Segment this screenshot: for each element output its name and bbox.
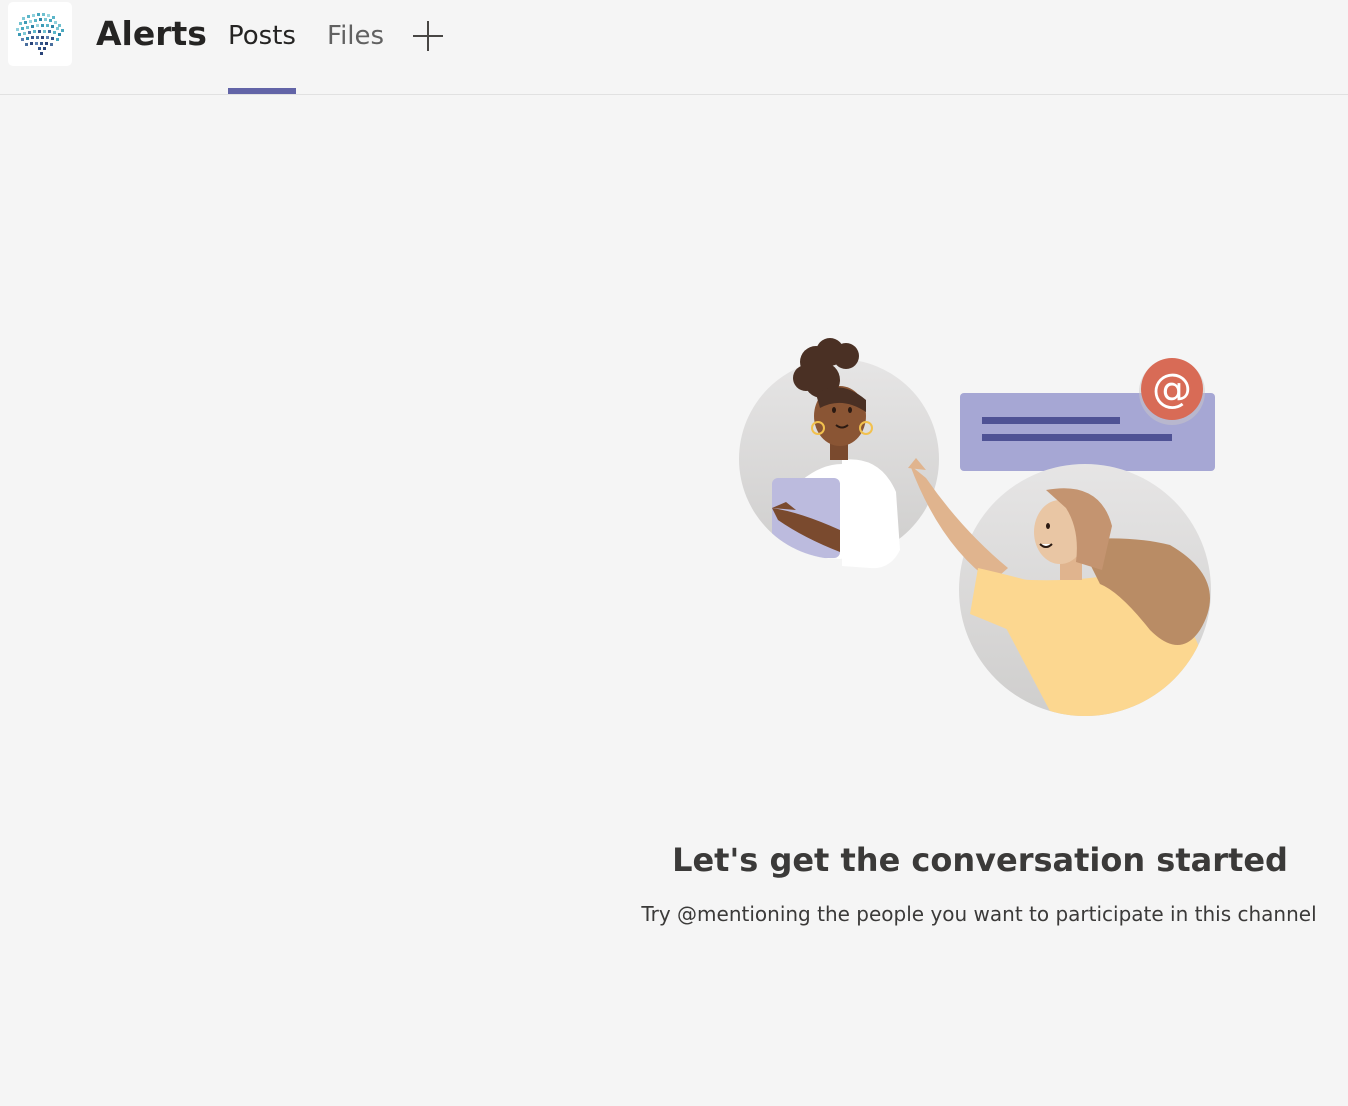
empty-state-title: Let's get the conversation started bbox=[672, 841, 1288, 879]
person-left-figure bbox=[739, 338, 939, 569]
team-logo-icon[interactable] bbox=[8, 2, 72, 66]
channel-header: Alerts Posts Files bbox=[0, 0, 1348, 95]
active-tab-indicator bbox=[228, 88, 296, 94]
people-mention-illustration: @ bbox=[730, 330, 1230, 730]
svg-text:@: @ bbox=[1152, 366, 1192, 412]
tab-posts[interactable]: Posts bbox=[228, 16, 296, 94]
channel-title: Alerts bbox=[96, 14, 207, 53]
person-right-figure bbox=[908, 458, 1211, 716]
tab-files-label: Files bbox=[327, 21, 385, 51]
tab-posts-label: Posts bbox=[228, 21, 296, 51]
plus-icon bbox=[413, 21, 443, 51]
tab-files[interactable]: Files bbox=[327, 16, 384, 94]
empty-state-subtitle: Try @mentioning the people you want to p… bbox=[641, 902, 1317, 926]
add-tab-button[interactable] bbox=[410, 18, 446, 54]
mention-badge-icon: @ bbox=[1139, 358, 1205, 425]
